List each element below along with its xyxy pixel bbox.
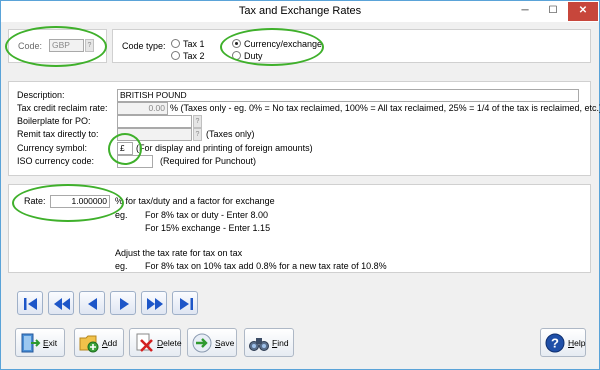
previous-page-icon	[54, 298, 70, 310]
currency-symbol-label: Currency symbol:	[17, 143, 88, 153]
duty-radio[interactable]	[232, 51, 241, 60]
code-lookup-button[interactable]: ?	[85, 39, 94, 52]
code-type-panel: Code type: Tax 1 Tax 2 Currency/exchange…	[112, 29, 591, 63]
currency-symbol-note: (For display and printing of foreign amo…	[136, 143, 313, 153]
boilerplate-lookup-button[interactable]: ?	[193, 115, 202, 128]
currency-exchange-radio[interactable]	[232, 39, 241, 48]
boilerplate-field[interactable]	[117, 115, 192, 128]
find-label: Find	[272, 338, 289, 348]
close-button[interactable]: ✕	[568, 2, 598, 21]
tax1-radio[interactable]	[171, 39, 180, 48]
delete-icon	[136, 333, 153, 352]
iso-code-field[interactable]	[117, 155, 153, 168]
save-label: Save	[215, 338, 235, 348]
title-bar: Tax and Exchange Rates ─ ☐ ✕	[1, 1, 599, 22]
add-folder-icon	[79, 335, 99, 353]
rate-example-tax: For 8% tax or duty - Enter 8.00	[145, 210, 269, 220]
previous-page-button[interactable]	[48, 291, 74, 315]
details-panel: Description: BRITISH POUND Tax credit re…	[8, 81, 600, 176]
rate-example-exchange: For 15% exchange - Enter 1.15	[145, 223, 271, 233]
minimize-button[interactable]: ─	[512, 2, 538, 21]
rate-eg-label: eg.	[115, 210, 128, 220]
exit-label: Exit	[43, 338, 58, 348]
code-panel: Code: GBP ?	[8, 29, 107, 63]
rate-example-tax-on-tax: For 8% tax on 10% tax add 0.8% for a new…	[145, 261, 387, 271]
tax-exchange-window: Tax and Exchange Rates ─ ☐ ✕ Code: GBP ?…	[0, 0, 600, 370]
description-field[interactable]: BRITISH POUND	[117, 89, 579, 102]
delete-button[interactable]: Delete	[129, 328, 182, 357]
remit-lookup-button[interactable]: ?	[193, 128, 202, 141]
code-label: Code:	[18, 41, 43, 51]
help-label: Help	[568, 338, 586, 348]
next-page-icon	[147, 298, 163, 310]
save-button[interactable]: Save	[187, 328, 237, 357]
add-label: Add	[102, 338, 118, 348]
tax2-label[interactable]: Tax 2	[183, 51, 205, 61]
reclaim-rate-label: Tax credit reclaim rate:	[17, 103, 108, 113]
remit-label: Remit tax directly to:	[17, 129, 99, 139]
exit-door-icon	[21, 333, 41, 353]
rate-field[interactable]: 1.000000	[50, 195, 110, 208]
code-field[interactable]: GBP	[49, 39, 84, 52]
first-record-button[interactable]	[17, 291, 43, 315]
help-question-icon: ?	[545, 333, 565, 353]
description-label: Description:	[17, 90, 65, 100]
code-type-label: Code type:	[122, 41, 166, 51]
rate-eg-label-2: eg.	[115, 261, 128, 271]
currency-exchange-label[interactable]: Currency/exchange	[244, 39, 322, 49]
tax2-radio[interactable]	[171, 51, 180, 60]
reclaim-rate-field[interactable]: 0.00	[117, 102, 168, 115]
previous-record-icon	[88, 298, 97, 310]
previous-record-button[interactable]	[79, 291, 105, 315]
currency-symbol-field[interactable]: £	[117, 142, 133, 155]
remit-note: (Taxes only)	[206, 129, 255, 139]
rate-label: Rate:	[24, 196, 46, 206]
rate-panel: Rate: 1.000000 % for tax/duty and a fact…	[8, 184, 591, 273]
next-page-button[interactable]	[141, 291, 167, 315]
first-record-icon	[24, 298, 37, 310]
boilerplate-label: Boilerplate for PO:	[17, 116, 91, 126]
iso-code-label: ISO currency code:	[17, 156, 95, 166]
last-record-icon	[180, 298, 193, 310]
duty-label[interactable]: Duty	[244, 51, 263, 61]
save-arrow-icon	[192, 333, 212, 353]
tax1-label[interactable]: Tax 1	[183, 39, 205, 49]
maximize-button[interactable]: ☐	[540, 2, 566, 21]
iso-code-note: (Required for Punchout)	[160, 156, 257, 166]
find-button[interactable]: Find	[244, 328, 294, 357]
find-binoculars-icon	[249, 338, 269, 351]
last-record-button[interactable]	[172, 291, 198, 315]
next-record-button[interactable]	[110, 291, 136, 315]
add-button[interactable]: Add	[74, 328, 124, 357]
rate-note: % for tax/duty and a factor for exchange	[115, 196, 275, 206]
rate-adjust-note: Adjust the tax rate for tax on tax	[115, 248, 243, 258]
help-button[interactable]: ? Help	[540, 328, 586, 357]
next-record-icon	[120, 298, 129, 310]
delete-label: Delete	[157, 338, 182, 348]
remit-field[interactable]	[117, 128, 192, 141]
svg-text:?: ?	[551, 336, 559, 351]
exit-button[interactable]: Exit	[15, 328, 65, 357]
reclaim-rate-note: % (Taxes only - eg. 0% = No tax reclaime…	[170, 103, 600, 113]
window-title: Tax and Exchange Rates	[238, 5, 362, 17]
